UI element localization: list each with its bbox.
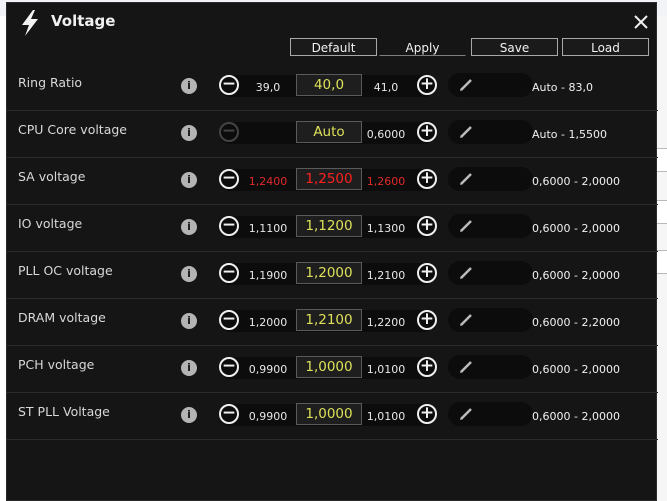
row-label: CPU Core voltage (18, 122, 127, 137)
value-range: Auto - 83,0 (532, 81, 593, 94)
minus-icon[interactable]: − (219, 169, 239, 189)
pencil-icon (460, 173, 472, 185)
minus-icon[interactable]: − (219, 310, 239, 330)
minus-icon[interactable]: − (219, 75, 239, 95)
info-icon[interactable]: i (181, 78, 197, 94)
plus-icon[interactable]: + (417, 310, 437, 330)
plus-icon[interactable]: + (417, 216, 437, 236)
upper-step-value: 1,2200 (366, 316, 406, 329)
lower-step-value: 1,2000 (248, 316, 288, 329)
info-icon[interactable]: i (181, 219, 197, 235)
voltage-dialog: Voltage Default Apply Save Load Ring Rat… (6, 2, 658, 501)
current-value[interactable]: 1,2100 (296, 309, 362, 331)
current-value[interactable]: 1,0000 (296, 403, 362, 425)
upper-step-value: 0,6000 (366, 128, 406, 141)
value-range: 0,6000 - 2,0000 (532, 410, 620, 423)
info-icon[interactable]: i (181, 266, 197, 282)
pencil-icon (460, 126, 472, 138)
row-label: IO voltage (18, 216, 83, 231)
edit-field[interactable] (448, 402, 533, 426)
edit-field[interactable] (448, 214, 533, 238)
plus-icon[interactable]: + (417, 357, 437, 377)
lower-step-value: 1,2400 (248, 175, 288, 188)
upper-step-value: 1,0100 (366, 410, 406, 423)
row-label: PCH voltage (18, 357, 95, 372)
voltage-row: PLL OC voltage i −1,1900 1,2000 1,2100 +0,600… (7, 251, 658, 299)
value-range: Auto - 1,5500 (532, 128, 607, 141)
value-range: 0,6000 - 2,0000 (532, 269, 620, 282)
minus-icon[interactable]: − (219, 122, 239, 142)
value-range: 0,6000 - 2,0000 (532, 175, 620, 188)
lower-step-value: 1,1100 (248, 222, 288, 235)
plus-icon[interactable]: + (417, 404, 437, 424)
pencil-icon (460, 361, 472, 373)
edit-field[interactable] (448, 120, 533, 144)
pencil-icon (460, 408, 472, 420)
row-label: Ring Ratio (18, 75, 83, 90)
current-value[interactable]: 1,0000 (296, 356, 362, 378)
minus-icon[interactable]: − (219, 216, 239, 236)
value-range: 0,6000 - 2,0000 (532, 363, 620, 376)
dialog-title: Voltage (51, 12, 116, 30)
info-icon[interactable]: i (181, 172, 197, 188)
value-range: 0,6000 - 2,0000 (532, 222, 620, 235)
edit-field[interactable] (448, 167, 533, 191)
current-value[interactable]: 1,2500 (296, 168, 362, 190)
voltage-row: SA voltage i −1,2400 1,2500 1,2600 +0,6000 - … (7, 157, 658, 205)
upper-step-value: 1,2600 (366, 175, 406, 188)
current-value[interactable]: Auto (296, 121, 362, 143)
edit-field[interactable] (448, 73, 533, 97)
lower-step-value: 1,1900 (248, 269, 288, 282)
row-label: DRAM voltage (18, 310, 106, 325)
plus-icon[interactable]: + (417, 122, 437, 142)
lightning-icon (22, 10, 38, 36)
edit-field[interactable] (448, 261, 533, 285)
voltage-row: IO voltage i −1,1100 1,1200 1,1300 +0,6000 - … (7, 204, 658, 252)
current-value[interactable]: 1,1200 (296, 215, 362, 237)
row-label: ST PLL Voltage (18, 404, 110, 419)
value-range: 0,6000 - 2,2000 (532, 316, 620, 329)
voltage-row: DRAM voltage i −1,2000 1,2100 1,2200 +0,6000 … (7, 298, 658, 346)
plus-icon[interactable]: + (417, 169, 437, 189)
minus-icon[interactable]: − (219, 263, 239, 283)
voltage-row: Ring Ratio i − 39,0 40,0 41,0 + Auto - 83,0 (7, 63, 658, 111)
load-button[interactable]: Load (562, 38, 649, 56)
pencil-icon (460, 314, 472, 326)
minus-icon[interactable]: − (219, 404, 239, 424)
row-label: SA voltage (18, 169, 86, 184)
lower-step-value: 39,0 (255, 81, 281, 94)
edit-field[interactable] (448, 355, 533, 379)
voltage-row: CPU Core voltage i − Auto 0,6000 + Auto - 1,55… (7, 110, 658, 158)
lower-step-value: 0,9900 (248, 363, 288, 376)
pencil-icon (460, 220, 472, 232)
close-icon[interactable] (633, 14, 649, 30)
info-icon[interactable]: i (181, 360, 197, 376)
edit-field[interactable] (448, 308, 533, 332)
info-icon[interactable]: i (181, 313, 197, 329)
save-button[interactable]: Save (471, 38, 558, 56)
voltage-row: PCH voltage i −0,9900 1,0000 1,0100 +0,6000 -… (7, 345, 658, 393)
current-value[interactable]: 40,0 (296, 74, 362, 96)
row-label: PLL OC voltage (18, 263, 113, 278)
minus-icon[interactable]: − (219, 357, 239, 377)
info-icon[interactable]: i (181, 125, 197, 141)
info-icon[interactable]: i (181, 407, 197, 423)
default-button[interactable]: Default (290, 38, 377, 56)
plus-icon[interactable]: + (417, 75, 437, 95)
apply-button[interactable]: Apply (379, 38, 466, 56)
upper-step-value: 1,0100 (366, 363, 406, 376)
upper-step-value: 1,1300 (366, 222, 406, 235)
voltage-row: ST PLL Voltage i −0,9900 1,0000 1,0100 +0,600… (7, 392, 658, 440)
pencil-icon (460, 79, 472, 91)
pencil-icon (460, 267, 472, 279)
upper-step-value: 41,0 (373, 81, 399, 94)
current-value[interactable]: 1,2000 (296, 262, 362, 284)
lower-step-value: 0,9900 (248, 410, 288, 423)
upper-step-value: 1,2100 (366, 269, 406, 282)
plus-icon[interactable]: + (417, 263, 437, 283)
